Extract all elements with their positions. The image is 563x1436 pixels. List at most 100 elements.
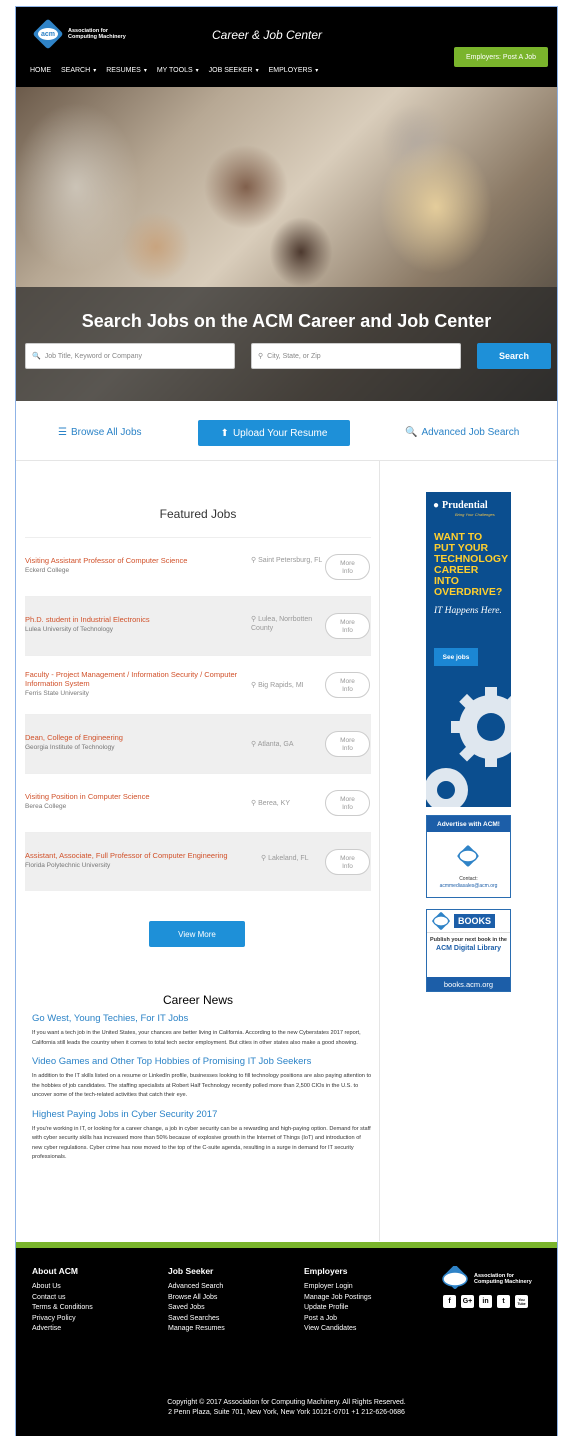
nav-home[interactable]: HOME xyxy=(30,67,51,74)
job-title-link[interactable]: Faculty - Project Management / Informati… xyxy=(25,670,255,698)
site-header: acm Association for Computing Machinery … xyxy=(16,7,557,87)
footer-acm-logo[interactable]: Association for Computing Machinery xyxy=(440,1266,532,1292)
more-info-button[interactable]: More Info xyxy=(325,731,370,757)
job-row: Faculty - Project Management / Informati… xyxy=(25,655,371,714)
footer-employers: Employers Employer Login Manage Job Post… xyxy=(304,1266,371,1335)
hero-title: Search Jobs on the ACM Career and Job Ce… xyxy=(81,311,492,331)
more-info-button[interactable]: More Info xyxy=(325,554,370,580)
footer-link[interactable]: View Candidates xyxy=(304,1324,371,1335)
caret-down-icon: ▾ xyxy=(93,68,97,74)
footer-link[interactable]: Saved Searches xyxy=(168,1314,225,1325)
job-location: ⚲ Saint Petersburg, FL xyxy=(251,557,323,564)
job-title-link[interactable]: Visiting Assistant Professor of Computer… xyxy=(25,556,255,575)
news-summary: In addition to the IT skills listed on a… xyxy=(32,1073,372,1098)
job-location: ⚲ Big Rapids, MI xyxy=(251,682,304,689)
featured-jobs-heading: Featured Jobs xyxy=(159,507,237,521)
footer-link[interactable]: Saved Jobs xyxy=(168,1303,225,1314)
more-info-button[interactable]: More Info xyxy=(325,849,370,875)
location-search-input[interactable]: ⚲ City, State, or Zip xyxy=(251,343,461,369)
acm-books-ad[interactable]: BOOKS Publish your next book in the ACM … xyxy=(426,909,511,992)
job-title-link[interactable]: Visiting Position in Computer Science Ber… xyxy=(25,792,255,811)
see-jobs-button[interactable]: See jobs xyxy=(434,648,478,666)
nav-resumes[interactable]: RESUMES ▾ xyxy=(106,67,147,74)
footer-about: About ACM About Us Contact us Terms & Co… xyxy=(32,1266,93,1335)
footer-link[interactable]: Advertise xyxy=(32,1324,93,1335)
footer-link[interactable]: Manage Job Postings xyxy=(304,1293,371,1304)
prudential-brand: ● Prudential xyxy=(433,500,488,511)
caret-down-icon: ▾ xyxy=(143,68,147,74)
upload-resume-button[interactable]: ⬆ Upload Your Resume xyxy=(198,420,350,446)
job-title-link[interactable]: Assistant, Associate, Full Professor of … xyxy=(25,851,257,870)
browse-all-jobs-link[interactable]: ☰ Browse All Jobs xyxy=(58,427,142,438)
footer-link[interactable]: About Us xyxy=(32,1282,93,1293)
footer-link[interactable]: Manage Resumes xyxy=(168,1324,225,1335)
site-title: Career & Job Center xyxy=(212,28,323,42)
acm-logo-icon xyxy=(442,1266,468,1289)
nav-search[interactable]: SEARCH ▾ xyxy=(61,67,96,74)
nav-my-tools[interactable]: MY TOOLS ▾ xyxy=(157,67,199,74)
job-row: Visiting Assistant Professor of Computer… xyxy=(25,537,371,596)
footer-link[interactable]: Terms & Conditions xyxy=(32,1303,93,1314)
hero-banner: Search Jobs on the ACM Career and Job Ce… xyxy=(16,87,557,401)
acm-logo-icon xyxy=(432,912,450,930)
social-links: f G+ in t You Tube xyxy=(443,1295,528,1308)
news-title-link[interactable]: Go West, Young Techies, For IT Jobs xyxy=(32,1013,372,1024)
youtube-icon[interactable]: You Tube xyxy=(515,1295,528,1308)
footer-link[interactable]: Browse All Jobs xyxy=(168,1293,225,1304)
nav-job-seeker[interactable]: JOB SEEKER ▾ xyxy=(209,67,259,74)
job-row: Visiting Position in Computer Science Ber… xyxy=(25,773,371,832)
prudential-ad[interactable]: ● Prudential Bring Your Challenges WANT T… xyxy=(426,492,511,807)
footer-link[interactable]: Privacy Policy xyxy=(32,1314,93,1325)
featured-jobs-list: Visiting Assistant Professor of Computer… xyxy=(25,537,371,891)
acm-logo[interactable]: acm Association for Computing Machinery xyxy=(32,18,126,50)
job-organization: Ferris State University xyxy=(25,690,89,697)
caret-down-icon: ▾ xyxy=(255,68,259,74)
action-bar: ☰ Browse All Jobs ⬆ Upload Your Resume 🔍… xyxy=(16,401,557,461)
footer-link[interactable]: Employer Login xyxy=(304,1282,371,1293)
page-frame: acm Association for Computing Machinery … xyxy=(15,6,558,1436)
advertise-with-acm-ad[interactable]: Advertise with ACM! Contact: acmmediasal… xyxy=(426,815,511,898)
nav-employers[interactable]: EMPLOYERS ▾ xyxy=(269,67,319,74)
job-organization: Lulea University of Technology xyxy=(25,626,114,633)
footer-employers-heading: Employers xyxy=(304,1266,348,1276)
footer-seeker-heading: Job Seeker xyxy=(168,1266,214,1276)
caret-down-icon: ▾ xyxy=(315,68,319,74)
google-plus-icon[interactable]: G+ xyxy=(461,1295,474,1308)
footer-link[interactable]: Post a Job xyxy=(304,1314,371,1325)
news-title-link[interactable]: Highest Paying Jobs in Cyber Security 20… xyxy=(32,1109,372,1120)
advanced-search-link[interactable]: 🔍 Advanced Job Search xyxy=(405,427,519,438)
gears-graphic-icon xyxy=(426,687,511,807)
job-title-link[interactable]: Ph.D. student in Industrial Electronics L… xyxy=(25,615,255,634)
more-info-button[interactable]: More Info xyxy=(325,790,370,816)
post-job-button[interactable]: Employers: Post A Job xyxy=(454,47,548,67)
footer-job-seeker: Job Seeker Advanced Search Browse All Jo… xyxy=(168,1266,225,1335)
facebook-icon[interactable]: f xyxy=(443,1295,456,1308)
main-column: Featured Jobs Visiting Assistant Profess… xyxy=(16,461,380,1241)
copyright: Copyright © 2017 Association for Computi… xyxy=(167,1399,406,1416)
keyword-search-input[interactable]: 🔍 Job Title, Keyword or Company xyxy=(25,343,235,369)
footer-link[interactable]: Advanced Search xyxy=(168,1282,225,1293)
logo-text: Association for Computing Machinery xyxy=(68,28,126,40)
job-organization: Berea College xyxy=(25,803,67,810)
footer-link[interactable]: Update Profile xyxy=(304,1303,371,1314)
books-digital-library: ACM Digital Library xyxy=(436,944,501,952)
acm-diamond-icon: acm xyxy=(32,18,64,50)
news-summary: If you want a tech job in the United Sta… xyxy=(32,1030,361,1046)
advertise-contact: Contact: acmmediasales@acm.org xyxy=(427,876,510,890)
job-organization: Eckerd College xyxy=(25,567,70,574)
view-more-button[interactable]: View More xyxy=(149,921,245,947)
twitter-icon[interactable]: t xyxy=(497,1295,510,1308)
career-news-list: Go West, Young Techies, For IT Jobs If y… xyxy=(32,1009,372,1171)
linkedin-icon[interactable]: in xyxy=(479,1295,492,1308)
more-info-button[interactable]: More Info xyxy=(325,672,370,698)
job-location: ⚲ Atlanta, GA xyxy=(251,741,294,748)
job-title-link[interactable]: Dean, College of Engineering Georgia Inst… xyxy=(25,733,255,752)
footer-link[interactable]: Contact us xyxy=(32,1293,93,1304)
books-header: BOOKS xyxy=(427,910,510,933)
more-info-button[interactable]: More Info xyxy=(325,613,370,639)
search-button[interactable]: Search xyxy=(477,343,551,369)
advertise-email-link[interactable]: acmmediasales@acm.org xyxy=(427,883,510,890)
list-icon: ☰ xyxy=(58,427,67,438)
news-title-link[interactable]: Video Games and Other Top Hobbies of Pro… xyxy=(32,1056,372,1067)
rock-logo-icon: ● xyxy=(433,500,440,511)
